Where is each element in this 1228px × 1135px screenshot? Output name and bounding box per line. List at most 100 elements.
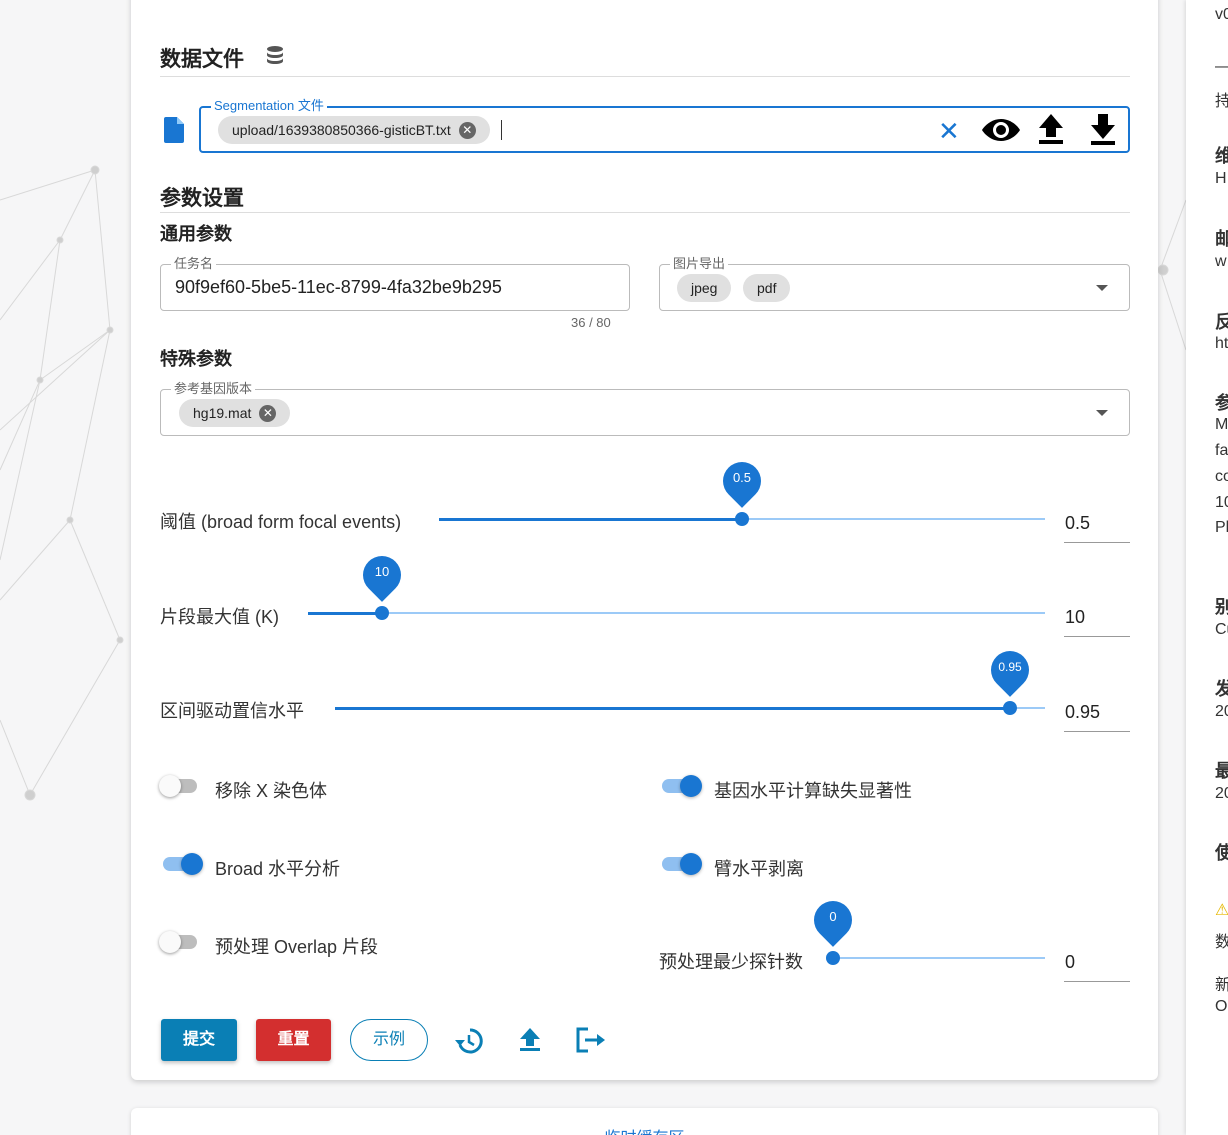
threshold-slider[interactable]: 0.5 <box>439 454 1045 526</box>
dropdown-arrow-icon[interactable] <box>1096 410 1108 416</box>
rp-heading: 反 <box>1215 312 1228 332</box>
broad-level-label: Broad 水平分析 <box>215 859 341 879</box>
rp-heading: 参 <box>1215 393 1228 413</box>
rp-text: H <box>1215 170 1227 187</box>
rp-text: Pl <box>1215 519 1228 536</box>
text-cursor <box>501 120 502 140</box>
slider-fill <box>439 517 742 521</box>
ref-genome-chip[interactable]: hg19.mat ✕ <box>179 399 291 427</box>
cache-card: 临时缓存区 <box>131 1108 1158 1135</box>
gene-level-label: 基因水平计算缺失显著性 <box>714 781 912 801</box>
cache-card-title: 临时缓存区 <box>131 1124 1158 1135</box>
rp-text: 持 <box>1215 93 1228 110</box>
image-export-label: 图片导出 <box>670 256 729 272</box>
confidence-value[interactable]: 0.95 <box>1064 702 1130 732</box>
ref-genome-chip-label: hg19.mat <box>193 405 252 421</box>
rp-text: 20 <box>1215 785 1228 802</box>
history-icon[interactable] <box>454 1026 484 1061</box>
slider-pin-value: 0.5 <box>732 470 752 485</box>
reset-button[interactable]: 重置 <box>256 1019 331 1061</box>
rp-text: fa <box>1215 442 1228 459</box>
min-probes-label: 预处理最少探针数 <box>659 952 803 972</box>
confidence-label: 区间驱动置信水平 <box>160 701 304 721</box>
max-segment-value[interactable]: 10 <box>1064 607 1130 637</box>
task-name-counter: 36 / 80 <box>571 315 611 330</box>
params-heading: 参数设置 <box>160 187 244 210</box>
rp-text: O <box>1215 998 1228 1015</box>
rp-heading: 发 <box>1215 679 1228 699</box>
min-probes-slider[interactable]: 0 <box>806 893 1045 965</box>
rp-text: M <box>1215 416 1228 433</box>
remove-x-label: 移除 X 染色体 <box>215 781 328 801</box>
segmentation-file-label: Segmentation 文件 <box>211 98 327 114</box>
overlap-switch[interactable] <box>159 931 200 953</box>
remove-x-switch[interactable] <box>159 775 200 797</box>
gene-level-switch[interactable] <box>659 775 702 797</box>
submit-button[interactable]: 提交 <box>161 1019 237 1061</box>
data-file-heading: 数据文件 <box>160 48 244 71</box>
rp-text: 数 <box>1215 934 1228 951</box>
broad-level-switch[interactable] <box>160 853 203 875</box>
rp-divider: — <box>1215 58 1228 76</box>
arm-peel-label: 臂水平剥离 <box>714 859 804 879</box>
rp-text: w <box>1215 253 1227 270</box>
segmentation-file-field[interactable]: Segmentation 文件 upload/1639380850366-gis… <box>199 98 1130 153</box>
min-probes-value[interactable]: 0 <box>1064 952 1130 982</box>
export-chip-jpeg-label: jpeg <box>691 280 718 296</box>
rp-text: co <box>1215 468 1228 485</box>
slider-pin-value: 0 <box>829 909 837 924</box>
rp-heading: 邮 <box>1215 229 1228 249</box>
rp-text: 新 <box>1215 977 1228 994</box>
image-export-select[interactable]: 图片导出 jpeg pdf <box>659 256 1130 311</box>
arm-peel-switch[interactable] <box>659 853 702 875</box>
slider-thumb[interactable] <box>826 951 840 965</box>
warning-icon: ⚠ <box>1215 902 1228 919</box>
threshold-value[interactable]: 0.5 <box>1064 513 1130 543</box>
upload-icon[interactable] <box>1037 112 1065 151</box>
threshold-label: 阈值 (broad form focal events) <box>160 512 402 532</box>
slider-thumb[interactable] <box>1003 701 1017 715</box>
slider-thumb[interactable] <box>735 512 749 526</box>
right-info-panel: v0 — 持 维 H 邮 w 反 ht 参 M fa co 10 Pl 别 Cu… <box>1186 0 1228 1135</box>
max-segment-slider[interactable]: 10 <box>308 548 1045 620</box>
file-chip-label: upload/1639380850366-gisticBT.txt <box>232 122 451 138</box>
rp-text: 20 <box>1215 703 1228 720</box>
slider-pin-value: 0.95 <box>998 660 1022 674</box>
slider-pin-value: 10 <box>374 564 390 579</box>
file-chip[interactable]: upload/1639380850366-gisticBT.txt ✕ <box>218 116 490 144</box>
export-icon[interactable] <box>574 1026 608 1059</box>
database-icon <box>264 44 286 71</box>
export-chip-pdf[interactable]: pdf <box>743 274 791 302</box>
slider-fill <box>308 611 382 615</box>
rp-heading: 别 <box>1215 597 1228 617</box>
eye-icon[interactable] <box>981 116 1021 149</box>
example-button[interactable]: 示例 <box>350 1019 428 1061</box>
export-chip-jpeg[interactable]: jpeg <box>677 274 732 302</box>
rp-heading: 维 <box>1215 146 1228 166</box>
task-name-value: 90f9ef60-5be5-11ec-8799-4fa32be9b295 <box>175 277 502 297</box>
dropdown-arrow-icon[interactable] <box>1096 285 1108 291</box>
ref-genome-select[interactable]: 参考基因版本 hg19.mat ✕ <box>160 381 1130 436</box>
rp-version: v0 <box>1215 6 1228 23</box>
download-icon[interactable] <box>1089 112 1117 151</box>
task-name-label: 任务名 <box>171 256 217 272</box>
rp-heading: 使 <box>1215 843 1228 863</box>
clear-icon[interactable]: ✕ <box>938 116 960 147</box>
slider-thumb[interactable] <box>375 606 389 620</box>
max-segment-label: 片段最大值 (K) <box>160 607 279 627</box>
rp-heading: 最 <box>1215 761 1228 781</box>
slider-fill <box>335 706 1010 710</box>
overlap-label: 预处理 Overlap 片段 <box>215 937 379 957</box>
export-chip-pdf-label: pdf <box>757 280 777 296</box>
rp-text: Cu <box>1215 621 1228 638</box>
chip-remove-icon[interactable]: ✕ <box>458 121 476 139</box>
upload-config-icon[interactable] <box>518 1026 542 1059</box>
file-icon <box>164 117 184 148</box>
ref-genome-label: 参考基因版本 <box>171 381 256 397</box>
rp-text: ht <box>1215 335 1228 352</box>
form-card: 数据文件 Segmentation 文件 upload/163938085036… <box>131 0 1158 1080</box>
task-name-field[interactable]: 任务名 90f9ef60-5be5-11ec-8799-4fa32be9b295 <box>160 256 630 311</box>
confidence-slider[interactable]: 0.95 <box>335 643 1045 715</box>
special-params-heading: 特殊参数 <box>160 349 232 369</box>
chip-remove-icon[interactable]: ✕ <box>259 404 277 422</box>
